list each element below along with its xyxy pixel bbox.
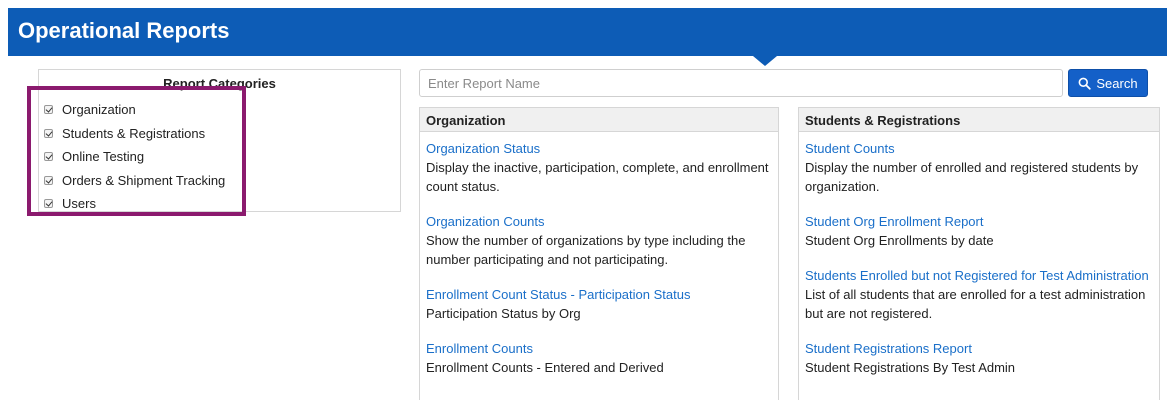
category-label: Users: [62, 196, 96, 212]
report-item: Student Registrations Report Student Reg…: [805, 339, 1153, 377]
report-description: Student Registrations By Test Admin: [805, 360, 1016, 375]
report-link-student-org-enrollment[interactable]: Student Org Enrollment Report: [805, 212, 1153, 231]
category-label: Organization: [62, 102, 136, 118]
search-icon: [1078, 77, 1092, 90]
checkbox-checked-icon[interactable]: [44, 152, 53, 162]
column-title: Organization: [420, 108, 778, 132]
report-link-enrollment-count-status[interactable]: Enrollment Count Status - Participation …: [426, 285, 772, 304]
column-title: Students & Registrations: [799, 108, 1159, 132]
students-registrations-reports-column: Students & Registrations Student Counts …: [798, 107, 1160, 400]
category-item-students-registrations[interactable]: Students & Registrations: [44, 122, 225, 146]
header-pointer: [753, 56, 777, 66]
report-link-student-counts[interactable]: Student Counts: [805, 139, 1153, 158]
category-item-organization[interactable]: Organization: [44, 98, 225, 122]
report-description: Display the inactive, participation, com…: [426, 160, 769, 194]
report-description: Student Org Enrollments by date: [805, 233, 994, 248]
category-item-online-testing[interactable]: Online Testing: [44, 145, 225, 169]
search-button[interactable]: Search: [1068, 69, 1148, 97]
report-link-organization-status[interactable]: Organization Status: [426, 139, 772, 158]
report-description: Show the number of organizations by type…: [426, 233, 746, 267]
report-link-student-registrations[interactable]: Student Registrations Report: [805, 339, 1153, 358]
report-description: Enrollment Counts - Entered and Derived: [426, 360, 664, 375]
report-link-enrollment-counts[interactable]: Enrollment Counts: [426, 339, 772, 358]
report-description: Display the number of enrolled and regis…: [805, 160, 1139, 194]
report-item: Organization Counts Show the number of o…: [426, 212, 772, 269]
report-item: Student Counts Display the number of enr…: [805, 139, 1153, 196]
report-item: Enrollment Counts Enrollment Counts - En…: [426, 339, 772, 377]
checkbox-checked-icon[interactable]: [44, 128, 53, 138]
category-label: Orders & Shipment Tracking: [62, 172, 226, 188]
page-title: Operational Reports: [18, 18, 230, 43]
report-description: Participation Status by Org: [426, 306, 581, 321]
report-item: Organization Status Display the inactive…: [426, 139, 772, 196]
category-list: Organization Students & Registrations On…: [44, 98, 225, 216]
report-link-students-enrolled-not-registered[interactable]: Students Enrolled but not Registered for…: [805, 266, 1153, 285]
report-description: List of all students that are enrolled f…: [805, 287, 1146, 321]
report-item: Students Enrolled but not Registered for…: [805, 266, 1153, 323]
organization-reports-column: Organization Organization Status Display…: [419, 107, 779, 400]
report-name-search-input[interactable]: [419, 69, 1063, 97]
checkbox-checked-icon[interactable]: [44, 199, 53, 209]
category-item-orders-shipment-tracking[interactable]: Orders & Shipment Tracking: [44, 169, 225, 193]
category-item-users[interactable]: Users: [44, 192, 225, 216]
report-link-organization-counts[interactable]: Organization Counts: [426, 212, 772, 231]
category-label: Students & Registrations: [62, 125, 206, 141]
checkbox-checked-icon[interactable]: [44, 175, 53, 185]
page-header: Operational Reports: [8, 8, 1167, 56]
report-item: Enrollment Count Status - Participation …: [426, 285, 772, 323]
report-item: Student Org Enrollment Report Student Or…: [805, 212, 1153, 250]
checkbox-checked-icon[interactable]: [44, 105, 53, 115]
search-button-label: Search: [1096, 75, 1138, 91]
category-label: Online Testing: [62, 149, 145, 165]
